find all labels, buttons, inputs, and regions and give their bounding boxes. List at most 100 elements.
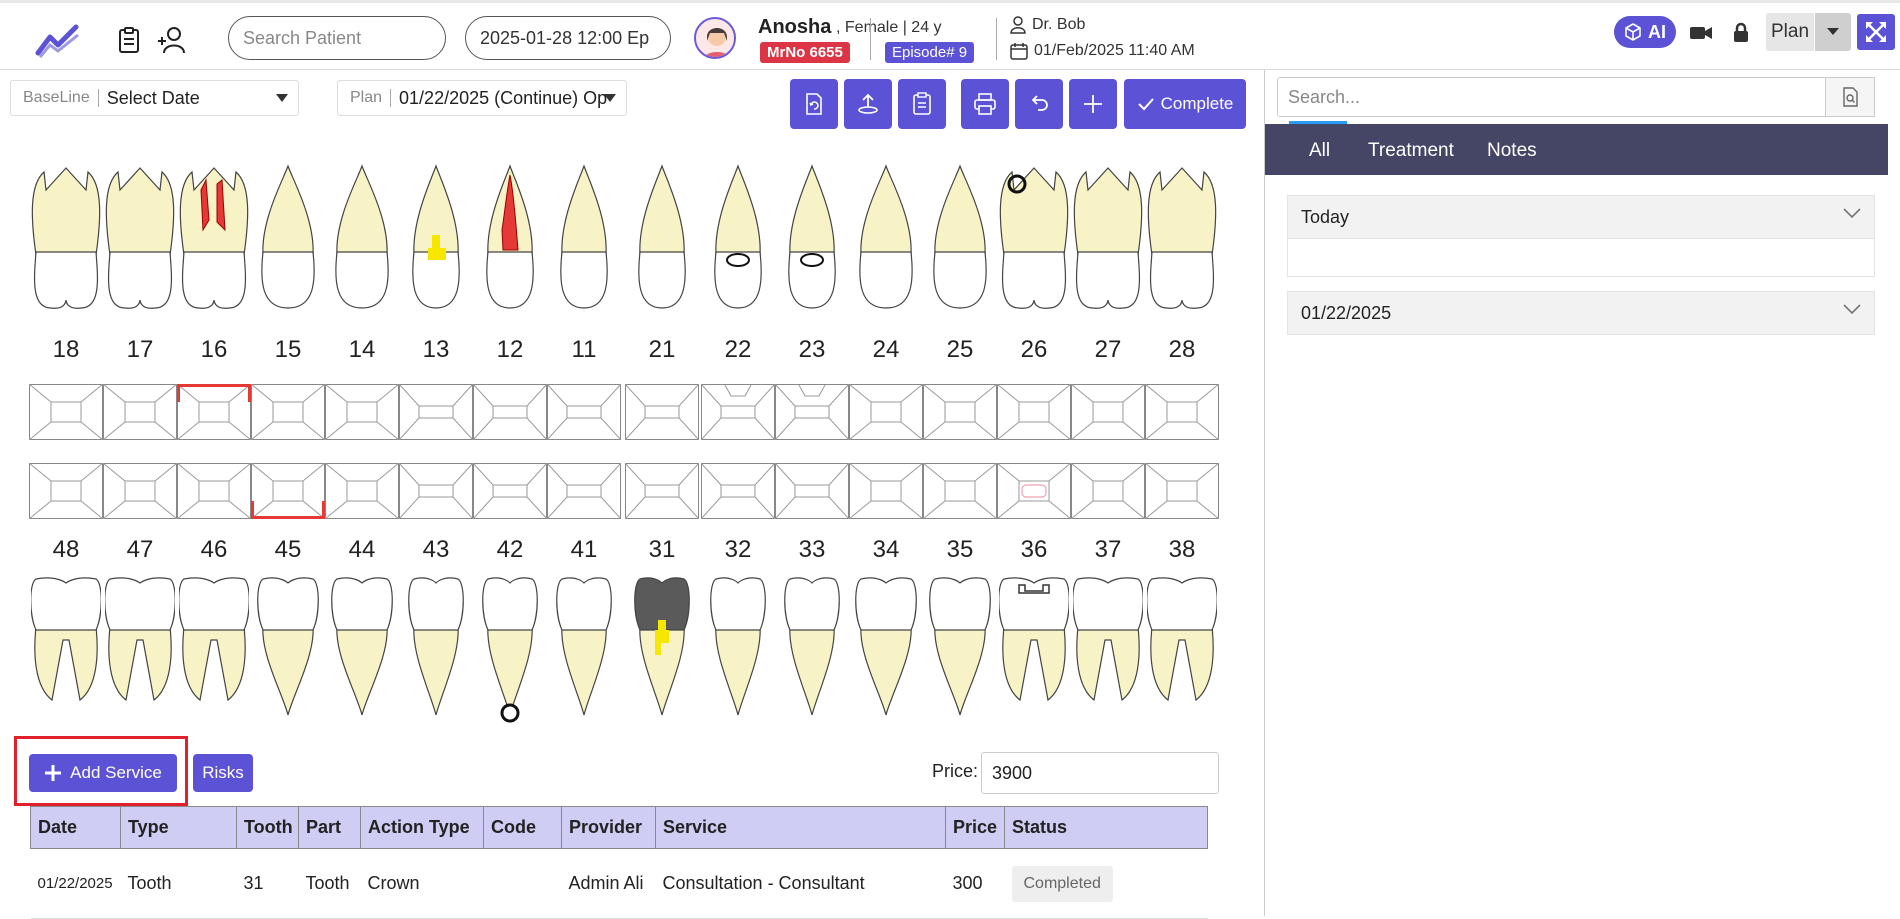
tooth-surface-grid[interactable] — [775, 463, 849, 519]
tooth-surface-grid[interactable] — [399, 463, 473, 519]
col-action-type[interactable]: Action Type — [360, 806, 484, 849]
tab-treatment[interactable]: Treatment — [1368, 140, 1454, 162]
undo-button[interactable] — [1015, 79, 1063, 129]
tooth-17[interactable] — [105, 160, 175, 310]
episode-badge[interactable]: Episode# 9 — [885, 42, 975, 63]
col-date[interactable]: Date — [30, 806, 121, 849]
col-part[interactable]: Part — [298, 806, 361, 849]
tooth-surface-grid[interactable] — [29, 384, 103, 440]
tooth-33[interactable] — [777, 575, 847, 725]
tooth-surface-grid[interactable] — [849, 463, 923, 519]
tooth-31[interactable] — [627, 575, 697, 725]
tooth-surface-grid[interactable] — [103, 384, 177, 440]
tooth-surface-grid[interactable] — [325, 463, 399, 519]
tooth-surface-grid[interactable] — [399, 384, 473, 440]
tooth-surface-grid[interactable] — [1071, 384, 1145, 440]
tooth-23[interactable] — [777, 160, 847, 310]
add-patient-icon[interactable] — [156, 25, 186, 55]
plan-button[interactable]: Plan — [1766, 13, 1814, 51]
tooth-surface-grid[interactable] — [625, 463, 699, 519]
plan-dropdown-toggle[interactable] — [1815, 13, 1851, 51]
tooth-surface-grid[interactable] — [547, 384, 621, 440]
episode-datetime-field[interactable]: 2025-01-28 12:00 Ep — [465, 16, 671, 60]
tooth-surface-grid[interactable] — [1145, 463, 1219, 519]
tooth-18[interactable] — [31, 160, 101, 310]
price-input[interactable]: 3900 — [981, 752, 1219, 794]
tab-notes[interactable]: Notes — [1487, 140, 1537, 162]
notes-button[interactable] — [898, 79, 946, 129]
col-service[interactable]: Service — [655, 806, 946, 849]
tooth-surface-grid[interactable] — [625, 384, 699, 440]
tooth-surface-grid[interactable] — [325, 384, 399, 440]
section-today[interactable]: Today — [1287, 195, 1875, 239]
col-tooth[interactable]: Tooth — [236, 806, 299, 849]
col-type[interactable]: Type — [120, 806, 237, 849]
tooth-46[interactable] — [179, 575, 249, 725]
tooth-34[interactable] — [851, 575, 921, 725]
upload-button[interactable] — [844, 79, 892, 129]
tooth-surface-grid[interactable] — [103, 463, 177, 519]
ai-button[interactable]: AI — [1614, 16, 1676, 48]
risks-button[interactable]: Risks — [193, 754, 253, 792]
complete-button[interactable]: Complete — [1124, 79, 1246, 129]
status-badge[interactable]: Completed — [1011, 865, 1113, 902]
tooth-surface-grid[interactable] — [923, 384, 997, 440]
app-logo-icon[interactable] — [34, 23, 84, 59]
tooth-surface-grid[interactable] — [1145, 384, 1219, 440]
tooth-13[interactable] — [401, 160, 471, 310]
tooth-surface-grid[interactable] — [997, 384, 1071, 440]
lock-icon[interactable] — [1728, 20, 1754, 46]
tooth-35[interactable] — [925, 575, 995, 725]
clipboard-icon[interactable] — [114, 25, 144, 55]
tooth-27[interactable] — [1073, 160, 1143, 310]
search-patient-input[interactable]: Search Patient — [228, 16, 446, 60]
print-button[interactable] — [961, 79, 1009, 129]
tooth-25[interactable] — [925, 160, 995, 310]
tooth-surface-grid[interactable] — [177, 463, 251, 519]
col-price[interactable]: Price — [945, 806, 1005, 849]
search-button[interactable] — [1825, 77, 1875, 117]
tooth-24[interactable] — [851, 160, 921, 310]
tooth-11[interactable] — [549, 160, 619, 310]
col-code[interactable]: Code — [483, 806, 562, 849]
fullscreen-button[interactable] — [1857, 14, 1895, 50]
tooth-surface-grid[interactable] — [775, 384, 849, 440]
tooth-41[interactable] — [549, 575, 619, 725]
tooth-37[interactable] — [1073, 575, 1143, 725]
tooth-surface-grid[interactable] — [547, 463, 621, 519]
sync-button[interactable] — [790, 79, 838, 129]
baseline-select[interactable]: BaseLine Select Date — [10, 80, 299, 116]
tooth-surface-grid[interactable] — [701, 463, 775, 519]
add-service-button[interactable]: Add Service — [29, 754, 177, 792]
notes-search-input[interactable]: Search... — [1277, 77, 1827, 117]
tooth-32[interactable] — [703, 575, 773, 725]
tooth-12[interactable] — [475, 160, 545, 310]
tooth-47[interactable] — [105, 575, 175, 725]
table-row[interactable]: 01/22/2025 Tooth 31 Tooth Crown Admin Al… — [30, 848, 1208, 919]
tooth-48[interactable] — [31, 575, 101, 725]
tooth-surface-grid[interactable] — [1071, 463, 1145, 519]
tooth-surface-grid[interactable] — [473, 463, 547, 519]
tooth-43[interactable] — [401, 575, 471, 725]
tooth-14[interactable] — [327, 160, 397, 310]
tooth-16[interactable] — [179, 160, 249, 310]
add-button[interactable] — [1069, 79, 1117, 129]
tooth-surface-grid[interactable] — [849, 384, 923, 440]
tooth-surface-grid[interactable] — [923, 463, 997, 519]
tooth-26[interactable] — [999, 160, 1069, 310]
tooth-45[interactable] — [253, 575, 323, 725]
tooth-surface-grid[interactable] — [473, 384, 547, 440]
tooth-21[interactable] — [627, 160, 697, 310]
tooth-28[interactable] — [1147, 160, 1217, 310]
video-call-icon[interactable] — [1688, 20, 1714, 46]
tooth-surface-grid[interactable] — [997, 463, 1071, 519]
tooth-38[interactable] — [1147, 575, 1217, 725]
section-date[interactable]: 01/22/2025 — [1287, 291, 1875, 335]
col-provider[interactable]: Provider — [561, 806, 656, 849]
col-status[interactable]: Status — [1004, 806, 1208, 849]
tooth-44[interactable] — [327, 575, 397, 725]
tooth-42[interactable] — [475, 575, 545, 725]
plan-select[interactable]: Plan 01/22/2025 (Continue) Op — [337, 80, 627, 116]
tooth-surface-grid[interactable] — [251, 463, 325, 519]
tooth-surface-grid[interactable] — [29, 463, 103, 519]
